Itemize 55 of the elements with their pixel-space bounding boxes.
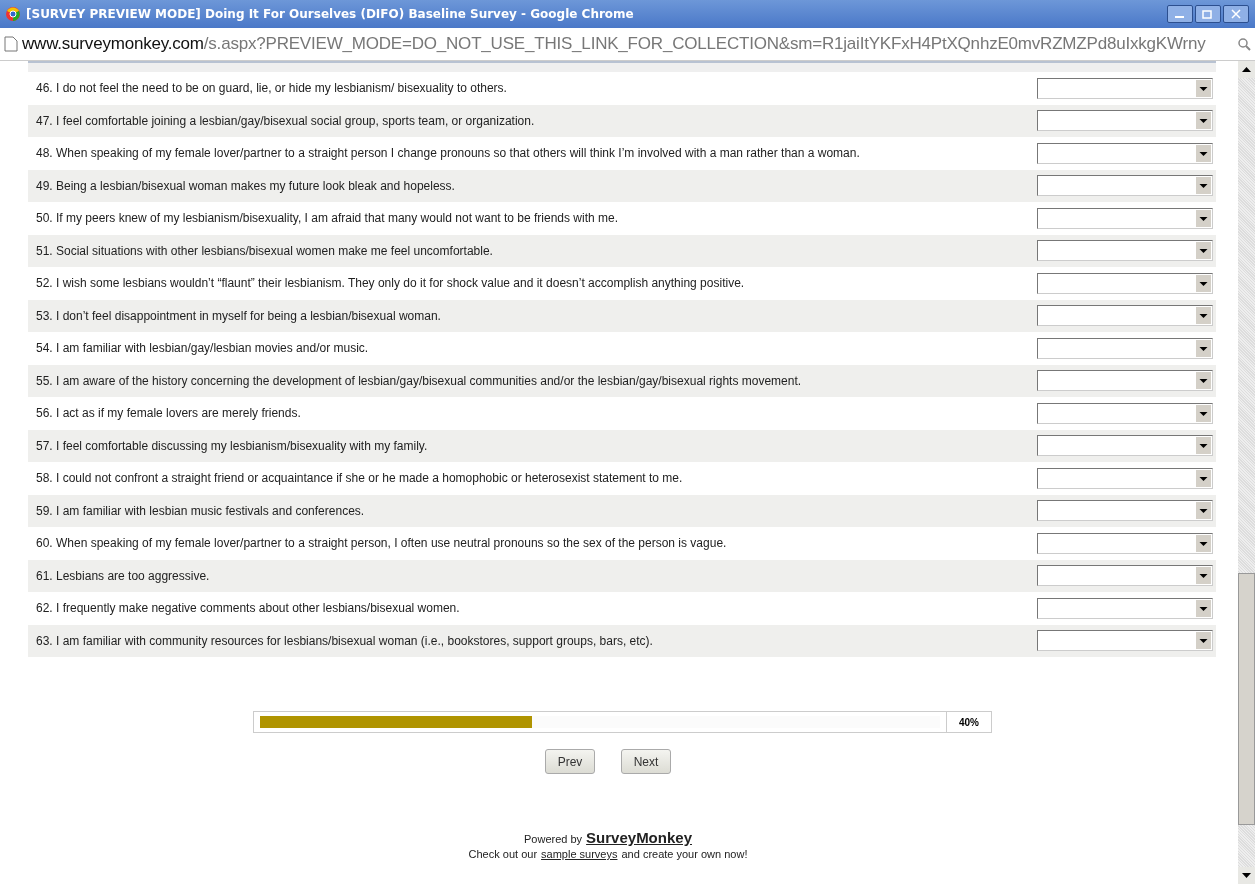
- question-text: 60. When speaking of my female lover/partner to a straight person, I often use neutral pronouns so the sex of the person is vague.: [36, 536, 728, 551]
- browser-logo-icon: [6, 7, 20, 21]
- question-text: 52. I wish some lesbians wouldn’t “flaunt” their lesbianism. They only do it for shock value and it doesn’t accomplish anything positive.: [36, 276, 746, 291]
- question-text: 47. I feel comfortable joining a lesbian/gay/bisexual social group, sports team, or organization.: [36, 113, 536, 128]
- answer-dropdown[interactable]: [1037, 435, 1213, 457]
- answer-dropdown[interactable]: [1037, 240, 1213, 262]
- answer-dropdown[interactable]: [1037, 175, 1213, 197]
- answer-dropdown[interactable]: [1037, 305, 1213, 327]
- question-text: 61. Lesbians are too aggressive.: [36, 568, 211, 583]
- question-text: 58. I could not confront a straight friend or acquaintance if she or he made a homophobic or heterosexist statement to me.: [36, 471, 684, 486]
- question-text: 53. I don’t feel disappointment in myself for being a lesbian/bisexual woman.: [36, 308, 442, 323]
- answer-dropdown[interactable]: [1037, 500, 1213, 522]
- window-title: [SURVEY PREVIEW MODE] Doing It For Ourselves (DIFO) Baseline Survey - Google Chrome: [26, 7, 635, 21]
- address-field[interactable]: www.surveymonkey.com/s.aspx?PREVIEW_MODE=DO_NOT_USE_THIS_LINK_FOR_COLLECTION&sm=R1jaiItYKFxH4PtXQnhzE0mvRZMZPd8uIxkgKWrny: [22, 34, 1233, 54]
- answer-dropdown[interactable]: [1037, 402, 1213, 424]
- minimize-icon[interactable]: [1167, 5, 1193, 23]
- question-text: 63. I am familiar with community resources for lesbians/bisexual woman (i.e., bookstores, support groups, bars, etc).: [36, 633, 654, 648]
- footer-text: Check out our: [468, 848, 538, 860]
- answer-dropdown[interactable]: [1037, 532, 1213, 554]
- question-text: 55. I am aware of the history concerning the development of lesbian/gay/bisexual communities and/or the lesbian/gay/bisexual rights movement.: [36, 373, 803, 388]
- answer-dropdown[interactable]: [1037, 565, 1213, 587]
- answer-dropdown[interactable]: [1037, 337, 1213, 359]
- question-text: 50. If my peers knew of my lesbianism/bisexuality, I am afraid that many would not want to be friends with me.: [36, 211, 620, 226]
- question-text: 48. When speaking of my female lover/partner to a straight person I change pronouns so that others will think I’m involved with a man rather than a woman.: [36, 146, 861, 161]
- progress-label: 40%: [946, 712, 991, 732]
- scroll-down-icon[interactable]: [1238, 867, 1255, 884]
- answer-dropdown[interactable]: [1037, 630, 1213, 652]
- answer-dropdown[interactable]: [1037, 142, 1213, 164]
- question-text: 51. Social situations with other lesbians/bisexual women make me feel uncomfortable.: [36, 243, 494, 258]
- question-text: 59. I am familiar with lesbian music festivals and conferences.: [36, 503, 366, 518]
- answer-dropdown[interactable]: [1037, 110, 1213, 132]
- question-text: 46. I do not feel the need to be on guard, lie, or hide my lesbianism/ bisexuality to others.: [36, 81, 508, 96]
- search-icon[interactable]: [1237, 37, 1251, 51]
- question-text: 54. I am familiar with lesbian/gay/lesbian movies and/or music.: [36, 341, 370, 356]
- answer-dropdown[interactable]: [1037, 272, 1213, 294]
- question-text: 56. I act as if my female lovers are merely friends.: [36, 406, 302, 421]
- prev-button[interactable]: Prev: [545, 749, 595, 774]
- question-text: 49. Being a lesbian/bisexual woman makes my future look bleak and hopeless.: [36, 178, 456, 193]
- scroll-up-icon[interactable]: [1238, 61, 1255, 78]
- footer-text: and create your own now!: [621, 848, 748, 860]
- answer-dropdown[interactable]: [1037, 77, 1213, 99]
- powered-by-text: Powered by: [524, 833, 583, 845]
- restore-icon[interactable]: [1195, 5, 1221, 23]
- answer-dropdown[interactable]: [1037, 370, 1213, 392]
- answer-dropdown[interactable]: [1037, 597, 1213, 619]
- answer-dropdown[interactable]: [1037, 207, 1213, 229]
- page-icon: [4, 36, 18, 52]
- brand-link[interactable]: SurveyMonkey: [586, 829, 692, 846]
- sample-surveys-link[interactable]: sample surveys: [541, 848, 618, 860]
- next-button[interactable]: Next: [621, 749, 671, 774]
- scrollbar-thumb[interactable]: [1238, 573, 1255, 825]
- answer-dropdown[interactable]: [1037, 467, 1213, 489]
- question-text: 62. I frequently make negative comments about other lesbians/bisexual women.: [36, 601, 461, 616]
- close-icon[interactable]: [1223, 5, 1249, 23]
- question-text: 57. I feel comfortable discussing my lesbianism/bisexuality with my family.: [36, 438, 429, 453]
